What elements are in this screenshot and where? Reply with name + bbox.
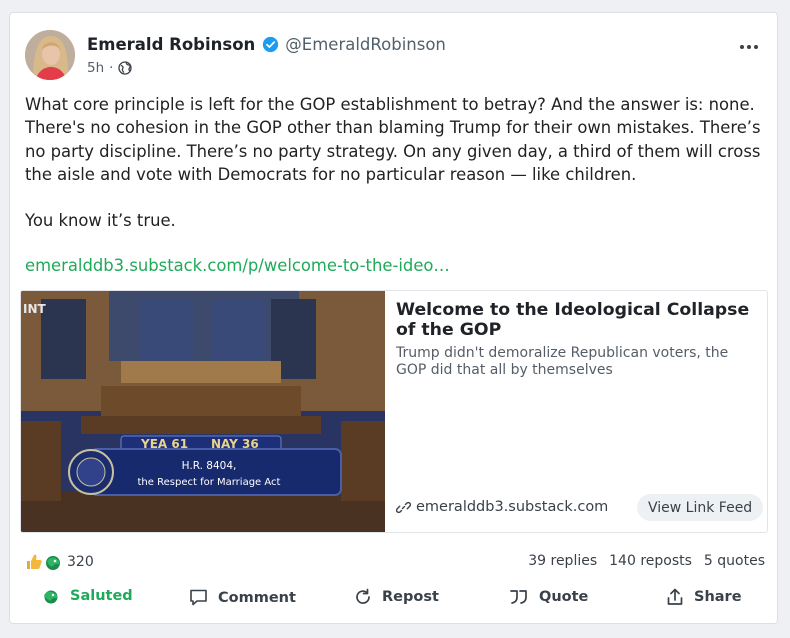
image-corner-text: INT bbox=[23, 302, 47, 316]
avatar[interactable] bbox=[25, 30, 75, 80]
globe-icon bbox=[118, 61, 133, 75]
share-label: Share bbox=[694, 589, 742, 605]
reactions-summary[interactable]: 320 bbox=[25, 553, 94, 571]
link-preview-card[interactable]: INT YEA 61 NAY 36 H.R. 8404, the Respect… bbox=[20, 290, 768, 533]
repost-label: Repost bbox=[382, 589, 439, 605]
post-stats: 320 39 replies 140 reposts 5 quotes bbox=[25, 553, 765, 575]
quote-button[interactable]: Quote bbox=[509, 588, 588, 606]
share-button[interactable]: Share bbox=[666, 588, 742, 606]
quote-icon bbox=[510, 590, 527, 604]
reposts-count[interactable]: 140 reposts bbox=[609, 553, 692, 569]
post-paragraph: You know it’s true. bbox=[25, 210, 176, 230]
meta-separator: · bbox=[109, 60, 114, 76]
preview-description: Trump didn't demoralize Republican voter… bbox=[396, 345, 729, 378]
post-paragraph: What core principle is left for the GOP … bbox=[25, 95, 761, 185]
post-link[interactable]: emeralddb3.substack.com/p/welcome-to-the… bbox=[25, 256, 450, 275]
replies-count[interactable]: 39 replies bbox=[528, 553, 597, 569]
verified-badge-icon bbox=[263, 36, 279, 53]
preview-title[interactable]: Welcome to the Ideological Collapse of t… bbox=[396, 300, 761, 340]
image-bill-number: H.R. 8404, bbox=[182, 460, 237, 472]
author-handle[interactable]: @EmeraldRobinson bbox=[285, 35, 446, 54]
link-icon bbox=[396, 501, 411, 513]
comment-icon bbox=[190, 589, 207, 606]
quotes-count[interactable]: 5 quotes bbox=[704, 553, 765, 569]
preview-domain-text: emeralddb3.substack.com bbox=[416, 499, 609, 515]
post-time[interactable]: 5h bbox=[87, 60, 104, 76]
author-name[interactable]: Emerald Robinson bbox=[87, 35, 255, 54]
saluted-label: Saluted bbox=[70, 588, 133, 604]
more-options-icon[interactable] bbox=[739, 43, 759, 51]
engagement-counts: 39 replies 140 reposts 5 quotes bbox=[528, 553, 765, 569]
preview-image: INT YEA 61 NAY 36 H.R. 8404, the Respect… bbox=[21, 291, 385, 532]
comment-button[interactable]: Comment bbox=[189, 588, 296, 607]
share-icon bbox=[667, 588, 683, 605]
post-body: What core principle is left for the GOP … bbox=[25, 93, 770, 232]
repost-button[interactable]: Repost bbox=[354, 588, 439, 606]
reactions-count: 320 bbox=[67, 554, 94, 570]
comment-label: Comment bbox=[218, 589, 296, 606]
quote-label: Quote bbox=[539, 589, 589, 605]
saluted-button[interactable]: Saluted bbox=[42, 588, 133, 604]
view-link-feed-button[interactable]: View Link Feed bbox=[637, 494, 764, 521]
preview-domain[interactable]: emeralddb3.substack.com bbox=[396, 499, 608, 515]
reaction-icons bbox=[27, 554, 60, 570]
image-bill-name: the Respect for Marriage Act bbox=[138, 477, 281, 488]
author-row: Emerald Robinson @EmeraldRobinson bbox=[87, 35, 446, 54]
salute-frog-icon bbox=[44, 590, 58, 604]
post-card: Emerald Robinson @EmeraldRobinson 5h · W… bbox=[9, 12, 778, 624]
repost-icon bbox=[356, 588, 370, 604]
post-meta: 5h · bbox=[87, 60, 133, 76]
action-bar: Saluted Comment Repost Quote Share bbox=[10, 588, 777, 616]
